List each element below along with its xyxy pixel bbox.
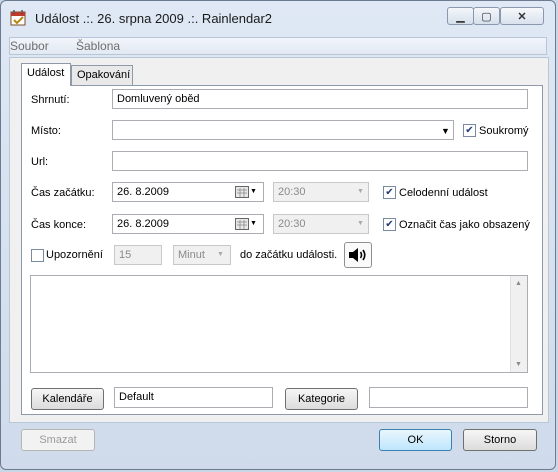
private-label: Soukromý (479, 125, 529, 137)
cancel-button[interactable]: Storno (463, 429, 537, 451)
menu-item-sablona[interactable]: Šablona (76, 39, 120, 53)
title-bar[interactable]: Událost .:. 26. srpna 2009 .:. Rainlenda… (1, 1, 557, 35)
menu-bar: Soubor Šablona (9, 37, 547, 55)
tab-event[interactable]: Událost (21, 63, 71, 86)
url-field[interactable] (112, 151, 528, 171)
end-time-field[interactable]: 20:30 (273, 214, 369, 234)
sound-button[interactable] (344, 242, 372, 268)
allday-label: Celodenní událost (399, 187, 488, 199)
reminder-label: Upozornění (46, 249, 103, 261)
summary-label: Shrnutí: (31, 94, 70, 106)
location-combobox[interactable] (112, 120, 454, 140)
chevron-down-icon: ▼ (217, 251, 224, 258)
scroll-down-icon[interactable]: ▼ (515, 361, 522, 368)
calendar-icon[interactable] (235, 186, 249, 198)
url-label: Url: (31, 156, 49, 168)
notes-textarea[interactable]: ▲ ▼ (30, 275, 528, 373)
menu-item-soubor[interactable]: Soubor (10, 39, 49, 53)
chevron-down-icon[interactable]: ▼ (250, 220, 257, 227)
location-label: Místo: (31, 125, 61, 137)
busy-label: Označit čas jako obsazený (399, 219, 530, 231)
ok-button[interactable]: OK (379, 429, 452, 451)
delete-button[interactable]: Smazat (21, 429, 95, 451)
chevron-down-icon: ▼ (357, 188, 364, 195)
chevron-down-icon[interactable]: ▼ (250, 188, 257, 195)
busy-checkbox[interactable]: ✔ (383, 218, 396, 231)
calendar-field[interactable]: Default (114, 387, 273, 408)
maximize-button[interactable]: ▢ (473, 7, 500, 25)
chevron-down-icon: ▼ (357, 220, 364, 227)
close-icon: ✕ (517, 10, 527, 23)
calendar-app-icon (10, 10, 26, 26)
category-button[interactable]: Kategorie (285, 388, 358, 410)
close-button[interactable]: ✕ (500, 7, 544, 25)
allday-checkbox[interactable]: ✔ (383, 186, 396, 199)
reminder-checkbox[interactable] (31, 249, 44, 262)
notes-scrollbar[interactable]: ▲ ▼ (510, 276, 527, 372)
private-checkbox[interactable]: ✔ (463, 124, 476, 137)
maximize-icon: ▢ (481, 10, 492, 23)
chevron-down-icon[interactable]: ▼ (441, 126, 450, 136)
speaker-icon (349, 248, 366, 262)
calendars-button[interactable]: Kalendáře (31, 388, 104, 410)
summary-field[interactable]: Domluvený oběd (112, 89, 528, 109)
scroll-up-icon[interactable]: ▲ (515, 280, 522, 287)
minimize-button[interactable]: ▁ (447, 7, 474, 25)
end-label: Čas konce: (31, 219, 87, 231)
reminder-suffix: do začátku události. (240, 249, 338, 261)
start-label: Čas začátku: (31, 187, 95, 199)
start-time-field[interactable]: 20:30 (273, 182, 369, 202)
category-field[interactable] (369, 387, 528, 408)
calendar-icon[interactable] (235, 218, 249, 230)
minimize-icon: ▁ (456, 10, 465, 23)
event-dialog-window: Událost .:. 26. srpna 2009 .:. Rainlenda… (0, 0, 556, 470)
reminder-amount-field[interactable]: 15 (114, 245, 162, 265)
window-title: Událost .:. 26. srpna 2009 .:. Rainlenda… (35, 11, 273, 26)
tab-recurrence[interactable]: Opakování (71, 65, 133, 85)
